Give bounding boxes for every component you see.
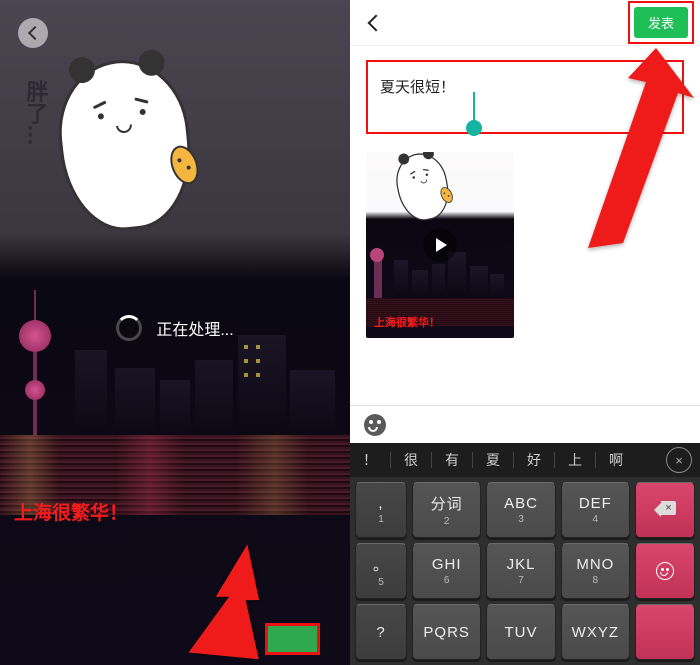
annotation-arrow-2 (568, 48, 698, 258)
key-enter[interactable] (635, 604, 695, 660)
loading-text: 正在处理... (156, 316, 233, 340)
input-text-value: 夏天很短！ (380, 79, 455, 96)
key-fenci[interactable]: 分词2 (412, 482, 481, 538)
video-thumbnail[interactable]: 上海很繁华！ (366, 152, 514, 338)
key-period[interactable]: 。5 (355, 543, 407, 599)
backspace-icon (654, 503, 676, 517)
key-abc[interactable]: ABC3 (486, 482, 555, 538)
sticker-text: 胖了… (22, 80, 48, 146)
video-editor-screen: 胖了… 正在处理... 上海很繁华！ (0, 0, 350, 665)
thumbnail-caption: 上海很繁华！ (374, 314, 440, 330)
key-emoji[interactable] (635, 543, 695, 599)
key-comma[interactable]: ,1 (355, 482, 407, 538)
emoji-picker-button[interactable] (364, 414, 386, 436)
header: 发表 (350, 0, 700, 46)
key-question[interactable]: ? (355, 604, 407, 660)
suggestion[interactable]: 啊 (596, 450, 636, 470)
close-suggestions-button[interactable]: × (666, 447, 692, 473)
key-mno[interactable]: MNO8 (561, 543, 630, 599)
play-icon (423, 228, 457, 262)
sticker-panda[interactable] (60, 60, 190, 230)
suggestion[interactable]: 有 (432, 450, 472, 470)
suggestion[interactable]: 很 (391, 450, 431, 470)
smiley-icon (656, 562, 674, 580)
suggestion[interactable]: 好 (514, 450, 554, 470)
emoji-toolbar (350, 405, 700, 443)
key-def[interactable]: DEF4 (561, 482, 630, 538)
annotation-highlight-publish (628, 1, 694, 44)
key-tuv[interactable]: TUV (486, 604, 555, 660)
key-pqrs[interactable]: PQRS (412, 604, 481, 660)
suggestion-row: ！ 很 有 夏 好 上 啊 × (350, 443, 700, 477)
suggestion[interactable]: ！ (350, 450, 390, 470)
back-button[interactable] (18, 18, 48, 48)
key-backspace[interactable] (635, 482, 695, 538)
suggestion[interactable]: 上 (555, 450, 595, 470)
suggestion[interactable]: 夏 (473, 450, 513, 470)
video-caption: 上海很繁华！ (14, 498, 128, 525)
annotation-arrow-1 (150, 542, 300, 665)
spinner-icon (116, 315, 142, 341)
keyboard: ！ 很 有 夏 好 上 啊 × ,1 分词2 ABC3 DEF4 。5 GHI6… (350, 443, 700, 665)
loading-indicator: 正在处理... (0, 315, 350, 341)
key-wxyz[interactable]: WXYZ (561, 604, 630, 660)
key-jkl[interactable]: JKL7 (486, 543, 555, 599)
back-button[interactable] (362, 11, 386, 35)
key-ghi[interactable]: GHI6 (412, 543, 481, 599)
text-cursor-handle[interactable] (473, 92, 475, 122)
